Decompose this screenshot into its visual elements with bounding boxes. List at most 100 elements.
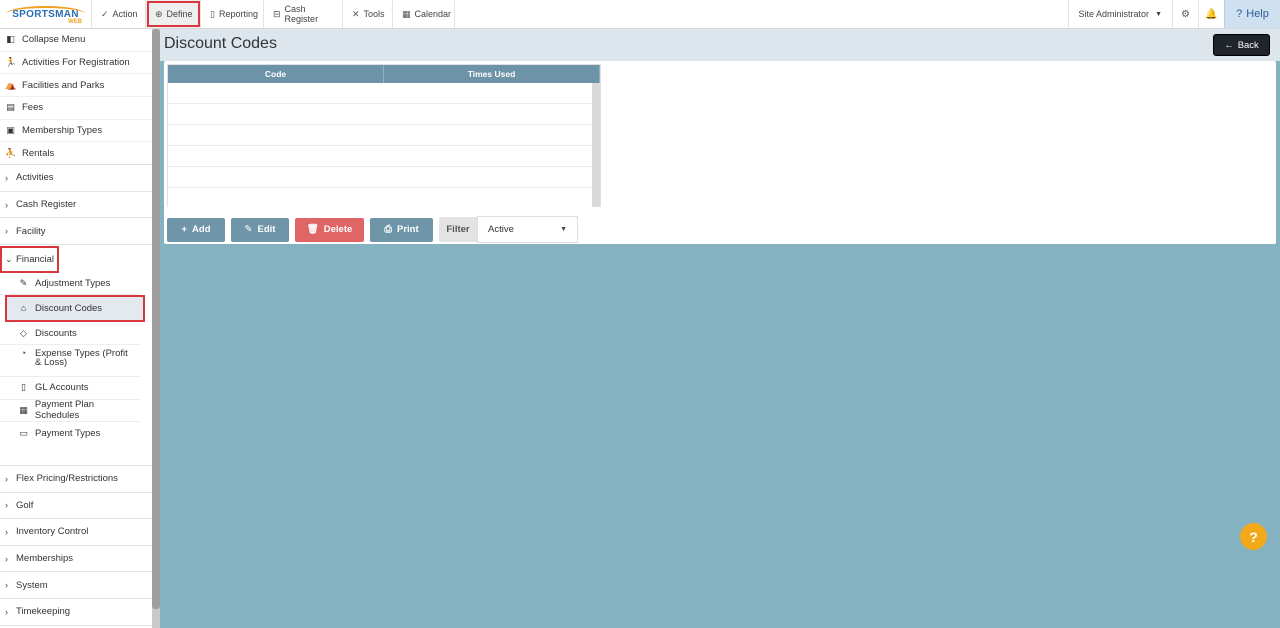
sidebar-item-membership-types[interactable]: ▣ Membership Types <box>0 120 152 143</box>
sidebar-group-label: Flex Pricing/Restrictions <box>16 473 118 485</box>
help-label: Help <box>1246 8 1269 20</box>
sidebar-item-facilities-and-parks[interactable]: ⛺ Facilities and Parks <box>0 74 152 98</box>
rentals-icon: ⛹ <box>5 147 17 158</box>
action-toolbar: + Add ✎ Edit 🗑 Delete ⎙ Print Filter Act… <box>167 216 578 243</box>
sidebar-group-financial[interactable]: ⌄ Financial <box>0 245 59 273</box>
sidebar-group-facility[interactable]: › Facility <box>0 218 152 245</box>
sidebar-item-rentals[interactable]: ⛹ Rentals <box>0 142 152 166</box>
help-button[interactable]: ? Help <box>1224 0 1280 28</box>
nav-tools[interactable]: ✕ Tools <box>343 0 393 28</box>
sidebar-item-payment-types[interactable]: ▭ Payment Types <box>0 422 140 445</box>
sidebar-group-memberships[interactable]: › Memberships <box>0 546 152 573</box>
sidebar-item-payment-plan-schedules[interactable]: ▦ Payment Plan Schedules <box>0 399 140 423</box>
sidebar-group-inventory-control[interactable]: › Inventory Control <box>0 519 152 546</box>
sidebar-group-cash-register[interactable]: › Cash Register <box>0 192 152 219</box>
trash-icon: 🗑 <box>306 224 319 235</box>
money-icon: ▭ <box>19 428 28 439</box>
column-header-code[interactable]: Code <box>168 65 384 83</box>
sidebar-item-gl-accounts[interactable]: ▯ GL Accounts <box>0 377 140 400</box>
sidebar-item-label: Discounts <box>35 327 77 339</box>
sportsman-logo[interactable]: SPORTSMAN WEB <box>0 0 92 28</box>
column-header-times-used[interactable]: Times Used <box>384 65 600 83</box>
chevron-right-icon: › <box>5 606 8 617</box>
back-button[interactable]: ← Back <box>1213 34 1270 56</box>
caret-down-icon: ▼ <box>1155 10 1162 18</box>
chevron-right-icon: › <box>5 580 8 591</box>
sidebar-group-activities[interactable]: › Activities <box>0 165 152 192</box>
sidebar-group-label: Facility <box>16 225 46 237</box>
sidebar-group-label: Inventory Control <box>16 526 89 538</box>
discount-codes-grid: Code Times Used <box>167 64 601 207</box>
nav-reporting[interactable]: ▯ Reporting <box>201 0 264 28</box>
nav-action[interactable]: ✓ Action <box>92 0 146 28</box>
edit-label: Edit <box>257 224 276 235</box>
nav-action-label: Action <box>112 9 138 19</box>
nav-define-label: Define <box>166 9 193 19</box>
sidebar-item-fees[interactable]: ▤ Fees <box>0 97 152 120</box>
sidebar-group-label: System <box>16 579 48 591</box>
sidebar-group-label: Activities <box>16 172 54 184</box>
sidebar-item-activities-for-registration[interactable]: 🏃 Activities For Registration <box>0 52 152 75</box>
chevron-right-icon: › <box>5 500 8 511</box>
add-button[interactable]: + Add <box>167 217 225 242</box>
sidebar-item-label: Activities For Registration <box>22 57 130 69</box>
logo-text: SPORTSMAN <box>6 5 85 20</box>
nav-define[interactable]: ⊕ Define <box>146 0 201 28</box>
sidebar-item-expense-types[interactable]: ◔ Expense Types (Profit & Loss) <box>0 345 140 377</box>
sidebar-item-label: Facilities and Parks <box>22 79 105 91</box>
floating-help-button[interactable]: ? <box>1240 523 1267 550</box>
tag-outline-icon: ◇ <box>20 327 27 338</box>
sidebar-scrollbar-thumb[interactable] <box>152 29 160 609</box>
grid-header: Code Times Used <box>168 65 600 83</box>
sidebar-item-discounts[interactable]: ◇ Discounts <box>0 322 140 345</box>
chevron-right-icon: › <box>5 473 8 484</box>
nav-calendar[interactable]: ▦ Calendar <box>393 0 455 28</box>
tools-icon: ✕ <box>352 8 360 19</box>
check-icon: ✓ <box>101 8 109 19</box>
sidebar-item-label: Adjustment Types <box>35 277 111 289</box>
printer-icon: ⎙ <box>384 224 392 235</box>
filter-label: Filter <box>439 217 477 242</box>
user-name: Site Administrator <box>1078 9 1150 19</box>
sidebar-item-collapse-menu[interactable]: ◧ Collapse Menu <box>0 29 152 52</box>
plus-circle-icon: ⊕ <box>155 8 163 19</box>
sidebar-item-discount-codes[interactable]: ⌂ Discount Codes <box>5 295 145 323</box>
sidebar-group-flex-pricing[interactable]: › Flex Pricing/Restrictions <box>0 466 152 493</box>
sidebar-item-adjustment-types[interactable]: ✎ Adjustment Types <box>0 273 140 296</box>
edit-button[interactable]: ✎ Edit <box>231 217 289 242</box>
sidebar-item-label: Expense Types (Profit & Loss) <box>35 347 128 368</box>
calendar-icon: ▦ <box>402 8 411 19</box>
sidebar-group-timekeeping[interactable]: › Timekeeping <box>0 599 152 626</box>
grid-scrollbar[interactable] <box>592 83 600 207</box>
sidebar-item-label: Fees <box>22 102 44 114</box>
sidebar-group-label: Timekeeping <box>16 606 71 618</box>
chevron-right-icon: › <box>5 526 8 537</box>
add-label: Add <box>192 224 211 235</box>
runner-icon: 🏃 <box>5 57 17 68</box>
sidebar-item-label: Payment Plan Schedules <box>34 399 95 422</box>
edit-icon: ✎ <box>244 224 253 235</box>
sidebar-item-label: GL Accounts <box>35 382 89 394</box>
sidebar-group-label: Memberships <box>16 553 74 565</box>
logo-sub: WEB <box>68 19 82 25</box>
nav-cash-register[interactable]: ⊟ Cash Register <box>264 0 343 28</box>
user-menu[interactable]: Site Administrator ▼ <box>1067 0 1172 28</box>
print-button[interactable]: ⎙ Print <box>370 217 433 242</box>
cash-register-icon: ⊟ <box>273 8 281 19</box>
chevron-right-icon: › <box>5 226 8 237</box>
arrow-left-icon: ← <box>1224 39 1234 51</box>
sidebar-group-system[interactable]: › System <box>0 572 152 599</box>
sidebar-item-label: Rentals <box>22 147 55 159</box>
calendar-grid-icon: ▦ <box>19 404 28 415</box>
filter-dropdown[interactable]: Active ▼ <box>477 216 578 243</box>
chevron-right-icon: › <box>5 553 8 564</box>
bell-icon[interactable]: 🔔 <box>1198 0 1224 28</box>
sidebar-group-golf[interactable]: › Golf <box>0 493 152 520</box>
gear-icon[interactable]: ⚙ <box>1172 0 1198 28</box>
delete-button[interactable]: 🗑 Delete <box>295 217 364 242</box>
grid-body <box>168 83 594 207</box>
page-title: Discount Codes <box>164 35 277 52</box>
sidebar-item-label: Membership Types <box>22 125 103 137</box>
discount-codes-panel: Code Times Used + Add ✎ Edit 🗑 Delete ⎙ … <box>164 61 1276 244</box>
